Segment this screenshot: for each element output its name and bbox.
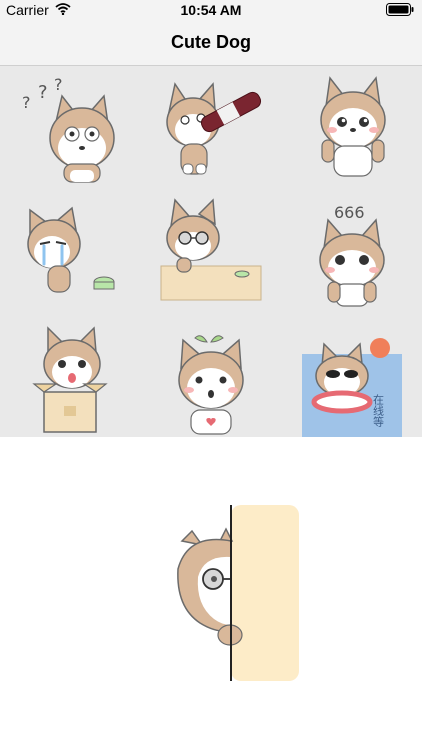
status-time: 10:54 AM <box>180 2 242 18</box>
status-bar: Carrier 10:54 AM <box>0 0 422 20</box>
sticker-in-box[interactable] <box>0 314 140 437</box>
sticker-preview <box>0 437 422 750</box>
pool-ring-text: 在线等 <box>372 394 385 427</box>
sticker-sunglasses-desk[interactable] <box>141 190 281 313</box>
navigation-bar: Cute Dog <box>0 20 422 66</box>
sticker-grid: ? ? ? 666 在线等 <box>0 66 422 437</box>
svg-text:?: ? <box>54 75 63 94</box>
sticker-666-text: 666 <box>334 203 365 222</box>
svg-text:?: ? <box>38 82 48 103</box>
page-title: Cute Dog <box>171 32 251 52</box>
sticker-666[interactable]: 666 <box>282 190 422 313</box>
sticker-confused[interactable]: ? ? ? <box>0 66 140 189</box>
sticker-surprised-sprout[interactable] <box>141 314 281 437</box>
sticker-crying[interactable] <box>0 190 140 313</box>
sticker-pool-ring[interactable]: 在线等 <box>282 314 422 437</box>
sticker-drinking-cola[interactable] <box>141 66 281 189</box>
svg-text:?: ? <box>22 93 31 112</box>
sticker-sparkle-eyes[interactable] <box>282 66 422 189</box>
battery-icon <box>386 3 414 21</box>
